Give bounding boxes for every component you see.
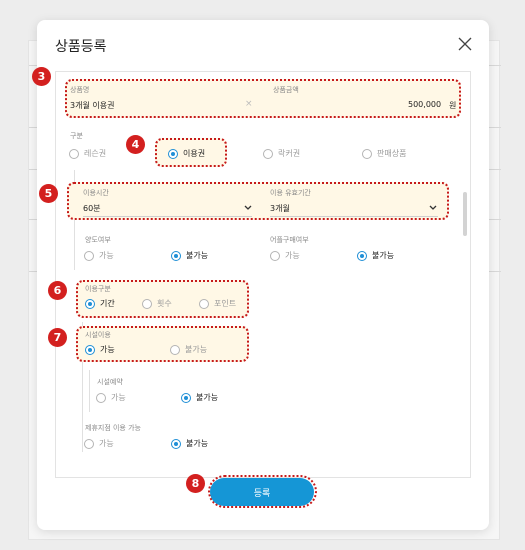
transfer-option-yes[interactable]: 가능	[84, 250, 114, 261]
reservation-option-yes[interactable]: 가능	[96, 392, 126, 403]
section-rail	[89, 370, 90, 412]
reservation-option-no[interactable]: 불가능	[181, 392, 218, 403]
usage-type-label: 이용구분	[85, 285, 111, 293]
annotation-badge-7: 7	[48, 328, 67, 347]
group-buy-label: 어플구매여부	[270, 236, 309, 244]
usage-type-option-period[interactable]: 기간	[85, 298, 115, 309]
facility-label: 시설이용	[85, 331, 111, 339]
product-name-label: 상품명	[70, 86, 90, 94]
modal-title: 상품등록	[55, 39, 107, 55]
close-icon[interactable]	[457, 36, 473, 52]
product-register-modal: 상품등록 상품명 3개월 이용권 × 상품금액 500,000 원 구분 레슨권…	[37, 20, 489, 530]
annotation-badge-6: 6	[48, 281, 67, 300]
partner-label: 제휴지점 이용 가능	[85, 424, 141, 432]
register-button[interactable]: 등록	[210, 478, 314, 506]
product-name-input[interactable]: 3개월 이용권	[70, 100, 114, 111]
scrollbar[interactable]	[463, 192, 467, 236]
transfer-label: 양도여부	[85, 236, 111, 244]
chevron-down-icon[interactable]	[429, 205, 437, 211]
transfer-option-no[interactable]: 불가능	[171, 250, 208, 261]
product-price-input[interactable]: 500,000	[408, 100, 441, 109]
partner-option-no[interactable]: 불가능	[171, 438, 208, 449]
group-buy-option-yes[interactable]: 가능	[270, 250, 300, 261]
annotation-badge-5: 5	[39, 184, 58, 203]
usage-type-option-point[interactable]: 포인트	[199, 298, 236, 309]
group-buy-option-no[interactable]: 불가능	[357, 250, 394, 261]
category-option-pass[interactable]: 이용권	[168, 148, 205, 159]
category-option-lesson[interactable]: 레슨권	[69, 148, 106, 159]
annotation-badge-8: 8	[186, 474, 205, 493]
category-option-locker[interactable]: 락커권	[263, 148, 300, 159]
facility-option-yes[interactable]: 가능	[85, 344, 115, 355]
usage-highlight	[67, 182, 449, 220]
category-label: 구분	[70, 132, 83, 140]
select-underline	[83, 216, 252, 217]
usage-time-label: 이용시간	[83, 189, 109, 197]
annotation-badge-3: 3	[32, 67, 51, 86]
clear-icon[interactable]: ×	[245, 99, 253, 109]
product-highlight	[65, 79, 461, 118]
usage-period-select[interactable]: 3개월	[270, 203, 290, 214]
reservation-label: 시설예약	[97, 378, 123, 386]
facility-option-no[interactable]: 불가능	[170, 344, 207, 355]
usage-type-option-count[interactable]: 횟수	[142, 298, 172, 309]
form-scroll-area[interactable]: 상품명 3개월 이용권 × 상품금액 500,000 원 구분 레슨권 이용권 …	[55, 71, 471, 478]
usage-time-select[interactable]: 60분	[83, 203, 101, 214]
chevron-down-icon[interactable]	[244, 205, 252, 211]
price-unit: 원	[449, 101, 457, 110]
select-underline	[270, 216, 438, 217]
category-option-goods[interactable]: 판매상품	[362, 148, 406, 159]
usage-period-label: 이용 유효기간	[270, 189, 311, 197]
annotation-badge-4: 4	[126, 135, 145, 154]
product-price-label: 상품금액	[273, 86, 299, 94]
partner-option-yes[interactable]: 가능	[84, 438, 114, 449]
